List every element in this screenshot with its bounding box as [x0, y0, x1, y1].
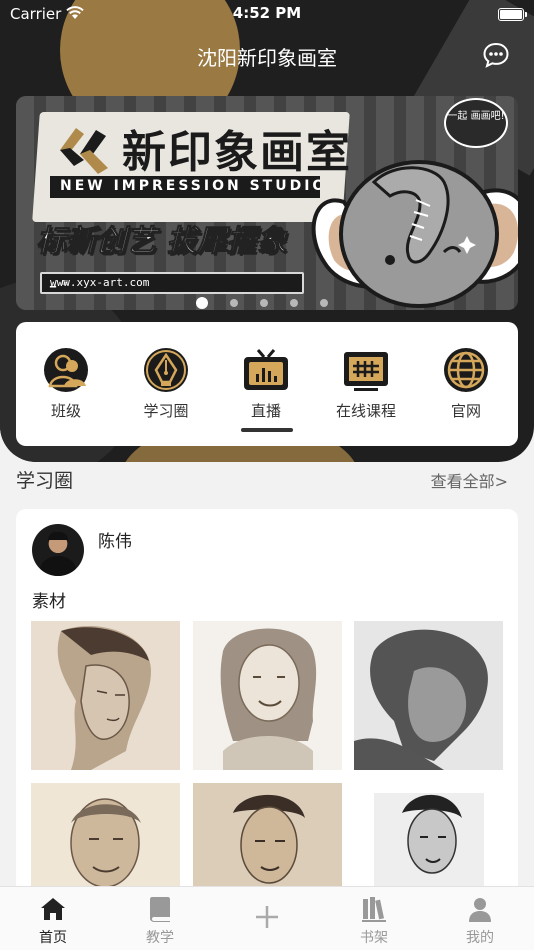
page-dot[interactable]	[196, 296, 208, 309]
section-title: 学习圈	[16, 470, 74, 492]
tab-profile[interactable]: 我的	[440, 895, 520, 947]
menu-label: 官网	[450, 402, 481, 420]
tab-label: 首页	[39, 930, 67, 946]
page-dot[interactable]	[230, 299, 238, 307]
chat-bubble-icon[interactable]	[482, 41, 510, 69]
online-course-icon	[344, 352, 388, 391]
promo-banner[interactable]: 新印象画室 NEW IMPRESSION STUDIO 标新创艺 拔犀擢象 ww…	[16, 96, 518, 310]
menu-page-indicator	[241, 428, 293, 432]
brand-name-en: NEW IMPRESSION STUDIO	[50, 176, 320, 198]
page-dot[interactable]	[260, 299, 268, 307]
tab-home[interactable]: 首页	[13, 895, 93, 947]
post-image[interactable]	[193, 621, 342, 770]
window-buttons-icon: ▁ ☒	[50, 277, 69, 288]
bookshelf-icon	[362, 897, 386, 922]
post-image[interactable]	[31, 621, 180, 770]
url-bar: www.xyx-art.com ▁ ☒	[40, 272, 304, 294]
page-dot[interactable]	[290, 299, 298, 307]
tv-icon	[244, 349, 288, 390]
home-icon	[41, 898, 65, 920]
avatar[interactable]	[32, 524, 84, 576]
app-screen: Carrier 4:52 PM 沈阳新印象画室 新印象画室 NEW IMPRES…	[0, 0, 534, 950]
speech-bubble: 一起 画画吧!	[444, 98, 508, 148]
menu-label: 学习圈	[143, 402, 189, 420]
battery-icon	[498, 8, 527, 21]
menu-label: 班级	[50, 402, 81, 420]
studio-logo-icon	[60, 128, 108, 174]
pen-nib-icon	[144, 348, 188, 392]
users-icon	[44, 348, 88, 392]
book-icon	[150, 897, 170, 922]
tab-teaching[interactable]: 教学	[120, 895, 200, 947]
plus-icon	[256, 906, 278, 928]
tab-label: 教学	[146, 930, 174, 946]
post-card[interactable]: 陈伟 素材	[16, 509, 518, 929]
clock: 4:52 PM	[232, 4, 302, 22]
menu-item-class[interactable]: 班级	[16, 346, 116, 421]
menu-item-study-circle[interactable]: 学习圈	[116, 346, 216, 421]
tab-label: 书架	[360, 930, 388, 946]
menu-item-online-course[interactable]: 在线课程	[316, 346, 416, 421]
post-author[interactable]: 陈伟	[98, 527, 132, 552]
menu-label: 直播	[250, 402, 281, 420]
banner-pagination[interactable]	[196, 292, 350, 311]
page-dot[interactable]	[320, 299, 328, 307]
page-title: 沈阳新印象画室	[197, 46, 337, 70]
tab-label: 我的	[466, 930, 494, 946]
tab-add[interactable]	[227, 895, 307, 935]
nav-bar: 沈阳新印象画室	[0, 30, 534, 80]
post-caption: 素材	[32, 592, 66, 612]
post-image[interactable]	[354, 621, 503, 770]
quick-menu: 班级 学习圈 直播 在线课程 官网	[16, 322, 518, 446]
menu-label: 在线课程	[335, 402, 396, 420]
tab-bar: 首页 教学 书架 我的	[0, 886, 534, 950]
view-all-link[interactable]: 查看全部>	[431, 468, 508, 492]
status-bar: Carrier 4:52 PM	[0, 0, 534, 30]
banner-slogan: 标新创艺 拔犀擢象	[35, 224, 287, 260]
globe-icon	[444, 348, 488, 392]
elephant-mascot-icon	[311, 160, 518, 308]
person-icon	[469, 898, 491, 922]
tab-bookshelf[interactable]: 书架	[334, 895, 414, 947]
menu-item-live[interactable]: 直播	[216, 346, 316, 421]
menu-item-website[interactable]: 官网	[416, 346, 516, 421]
